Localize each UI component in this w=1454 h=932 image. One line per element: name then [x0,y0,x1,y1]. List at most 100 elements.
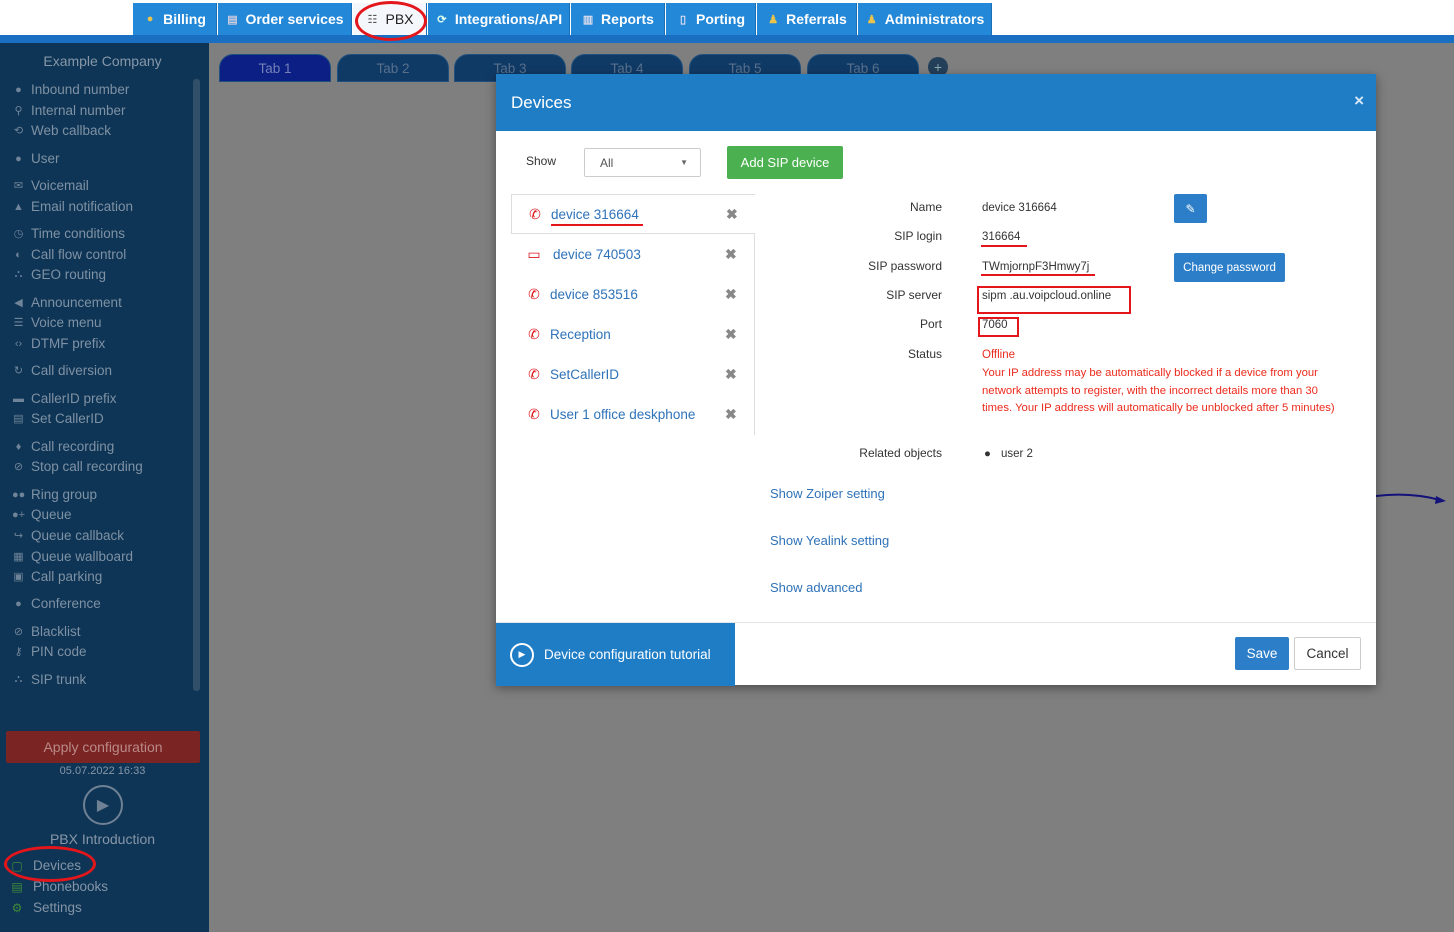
sidebar-item-queue[interactable]: ●+ Queue [12,507,72,522]
show-zoiper-setting-link[interactable]: Show Zoiper setting [770,486,885,501]
delete-icon[interactable]: ✖ [725,286,737,303]
show-yealink-setting-link[interactable]: Show Yealink setting [770,533,889,548]
device-list-item[interactable]: ✆ device 853516 ✖ [511,274,755,314]
sidebar-item-label: Call recording [31,439,115,454]
sidebar-item-inbound-number[interactable]: ● Inbound number [12,82,129,97]
sidebar-item-email-notification[interactable]: ▲ Email notification [12,199,133,214]
device-label: device 853516 [550,286,638,302]
sidebar-item-call-parking[interactable]: ▣ Call parking [12,569,102,584]
device-list-item[interactable]: ✆ Reception ✖ [511,314,755,354]
nav-tab-label: Integrations/API [454,11,563,27]
sidebar-item-label: Settings [33,900,82,915]
sidebar-item-queue-callback[interactable]: ↪ Queue callback [12,528,124,543]
delete-icon[interactable]: ✖ [725,326,737,343]
top-navigation: ● Billing ▤ Order services ☷ PBX ⟳ Integ… [0,0,1454,37]
sidebar-item-internal-number[interactable]: ⚲ Internal number [12,103,125,118]
sidebar-item-dtmf-prefix[interactable]: ‹› DTMF prefix [12,336,105,351]
sidebar-item-label: Web callback [31,123,112,138]
sidebar-item-conference[interactable]: ● Conference [12,596,101,611]
sidebar-item-queue-wallboard[interactable]: ▦ Queue wallboard [12,549,133,564]
sidebar-item-call-flow-control[interactable]: ◐ Call flow control [12,247,126,262]
sidebar-item-announcement[interactable]: ◀ Announcement [12,295,122,310]
nav-tab-integrations[interactable]: ⟳ Integrations/API [428,3,570,35]
delete-icon[interactable]: ✖ [725,406,737,423]
pbx-icon: ☷ [367,13,378,26]
nav-tab-reports[interactable]: ▥ Reports [571,3,665,35]
status-note: Your IP address may be automatically blo… [982,367,1335,415]
nav-tab-pbx[interactable]: ☷ PBX [353,3,427,35]
device-list-item[interactable]: ▭ device 740503 ✖ [511,234,755,274]
flow-arrow [1376,493,1446,504]
sidebar-item-blacklist[interactable]: ⊘ Blacklist [12,624,81,639]
pbx-introduction-label[interactable]: PBX Introduction [0,831,205,847]
sidebar-item-voice-menu[interactable]: ☰ Voice menu [12,315,102,330]
sidebar-scrollbar[interactable] [193,79,200,691]
sidebar-item-set-callerid[interactable]: ▤ Set CallerID [12,411,104,426]
caret-down-icon: ▼ [680,158,688,167]
sidebar-item-devices[interactable]: ▢ Devices [9,858,81,873]
nav-tab-administrators[interactable]: ♟ Administrators [858,3,992,35]
sidebar-item-call-recording[interactable]: ♦ Call recording [12,439,115,454]
sidebar-item-stop-call-recording[interactable]: ⊘ Stop call recording [12,459,143,474]
related-objects-label: Related objects [859,446,942,460]
sidebar-item-label: Phonebooks [33,879,109,894]
device-list-item[interactable]: ✆ SetCallerID ✖ [511,354,755,394]
device-list-item[interactable]: ✆ device 316664 ✖ [511,194,755,234]
book-icon: ▤ [11,879,23,894]
device-list-item[interactable]: ✆ User 1 office deskphone ✖ [511,394,755,434]
pbx-intro-play-button[interactable]: ▶ [83,785,123,825]
modal-footer: ▶ Device configuration tutorial Save Can… [496,622,1376,686]
show-filter-value: All [600,156,614,170]
page-tab-2[interactable]: Tab 2 [337,54,449,82]
nav-tab-referrals[interactable]: ♟ Referrals [757,3,857,35]
sidebar-item-callerid-prefix[interactable]: ▬ CallerID prefix [12,391,117,406]
sidebar-item-geo-routing[interactable]: ⛬ GEO routing [12,267,106,282]
sidebar-item-sip-trunk[interactable]: ⛬ SIP trunk [12,672,87,687]
close-icon[interactable]: × [1354,91,1364,111]
sidebar-item-web-callback[interactable]: ⟲ Web callback [12,123,111,138]
related-object[interactable]: ● user 2 [984,448,1033,460]
device-label: device 316664 [551,206,639,222]
sidebar-item-ring-group[interactable]: ●● Ring group [12,487,97,502]
save-button[interactable]: Save [1235,637,1289,670]
edit-name-button[interactable]: ✎ [1174,194,1207,223]
apply-configuration-button[interactable]: Apply configuration [6,731,200,763]
phone-icon: ✆ [528,285,540,302]
sidebar-item-voicemail[interactable]: ✉ Voicemail [12,178,89,193]
sidebar-item-label: Set CallerID [31,411,104,426]
sidebar-item-user[interactable]: ● User [12,151,60,166]
sidebar-item-time-conditions[interactable]: ◷ Time conditions [12,226,125,241]
sip-server-label: SIP server [886,288,942,302]
globe-icon: ● [15,83,22,96]
change-password-button[interactable]: Change password [1174,253,1285,282]
annotation-underline [981,245,1027,247]
add-sip-device-button[interactable]: Add SIP device [727,146,843,179]
show-advanced-link[interactable]: Show advanced [770,580,863,595]
sidebar-item-call-diversion[interactable]: ↻ Call diversion [12,363,112,378]
sidebar-item-label: Call parking [31,569,103,584]
sidebar-item-label: User [31,151,60,166]
nav-tab-porting[interactable]: ▯ Porting [666,3,756,35]
company-name: Example Company [43,53,162,69]
sidebar-item-settings[interactable]: ⚙ Settings [9,900,82,915]
nav-tab-order-services[interactable]: ▤ Order services [218,3,352,35]
sidebar-item-label: Call flow control [31,247,127,262]
sidebar-item-pin-code[interactable]: ⚷ PIN code [12,644,86,659]
show-filter-label: Show [526,154,557,168]
conference-icon: ● [15,597,22,610]
cancel-button[interactable]: Cancel [1294,637,1361,670]
sip-password-value: TWmjornpF3Hmwy7j [982,261,1090,273]
show-filter-select[interactable]: All ▼ [584,148,701,177]
page-tab-1[interactable]: Tab 1 [219,54,331,82]
cart-icon: ▤ [227,13,238,26]
delete-icon[interactable]: ✖ [725,366,737,383]
delete-icon[interactable]: ✖ [725,246,737,263]
device-configuration-tutorial-button[interactable]: ▶ Device configuration tutorial [496,623,735,686]
sidebar-item-phonebooks[interactable]: ▤ Phonebooks [9,879,108,894]
nav-tab-billing[interactable]: ● Billing [133,3,217,35]
menu-icon: ☰ [13,317,24,329]
related-object-value: user 2 [1000,448,1033,460]
envelope-icon: ✉ [13,180,24,192]
delete-icon[interactable]: ✖ [726,206,738,223]
sidebar: Example Company ● Inbound number ⚲ Interna… [0,43,209,932]
